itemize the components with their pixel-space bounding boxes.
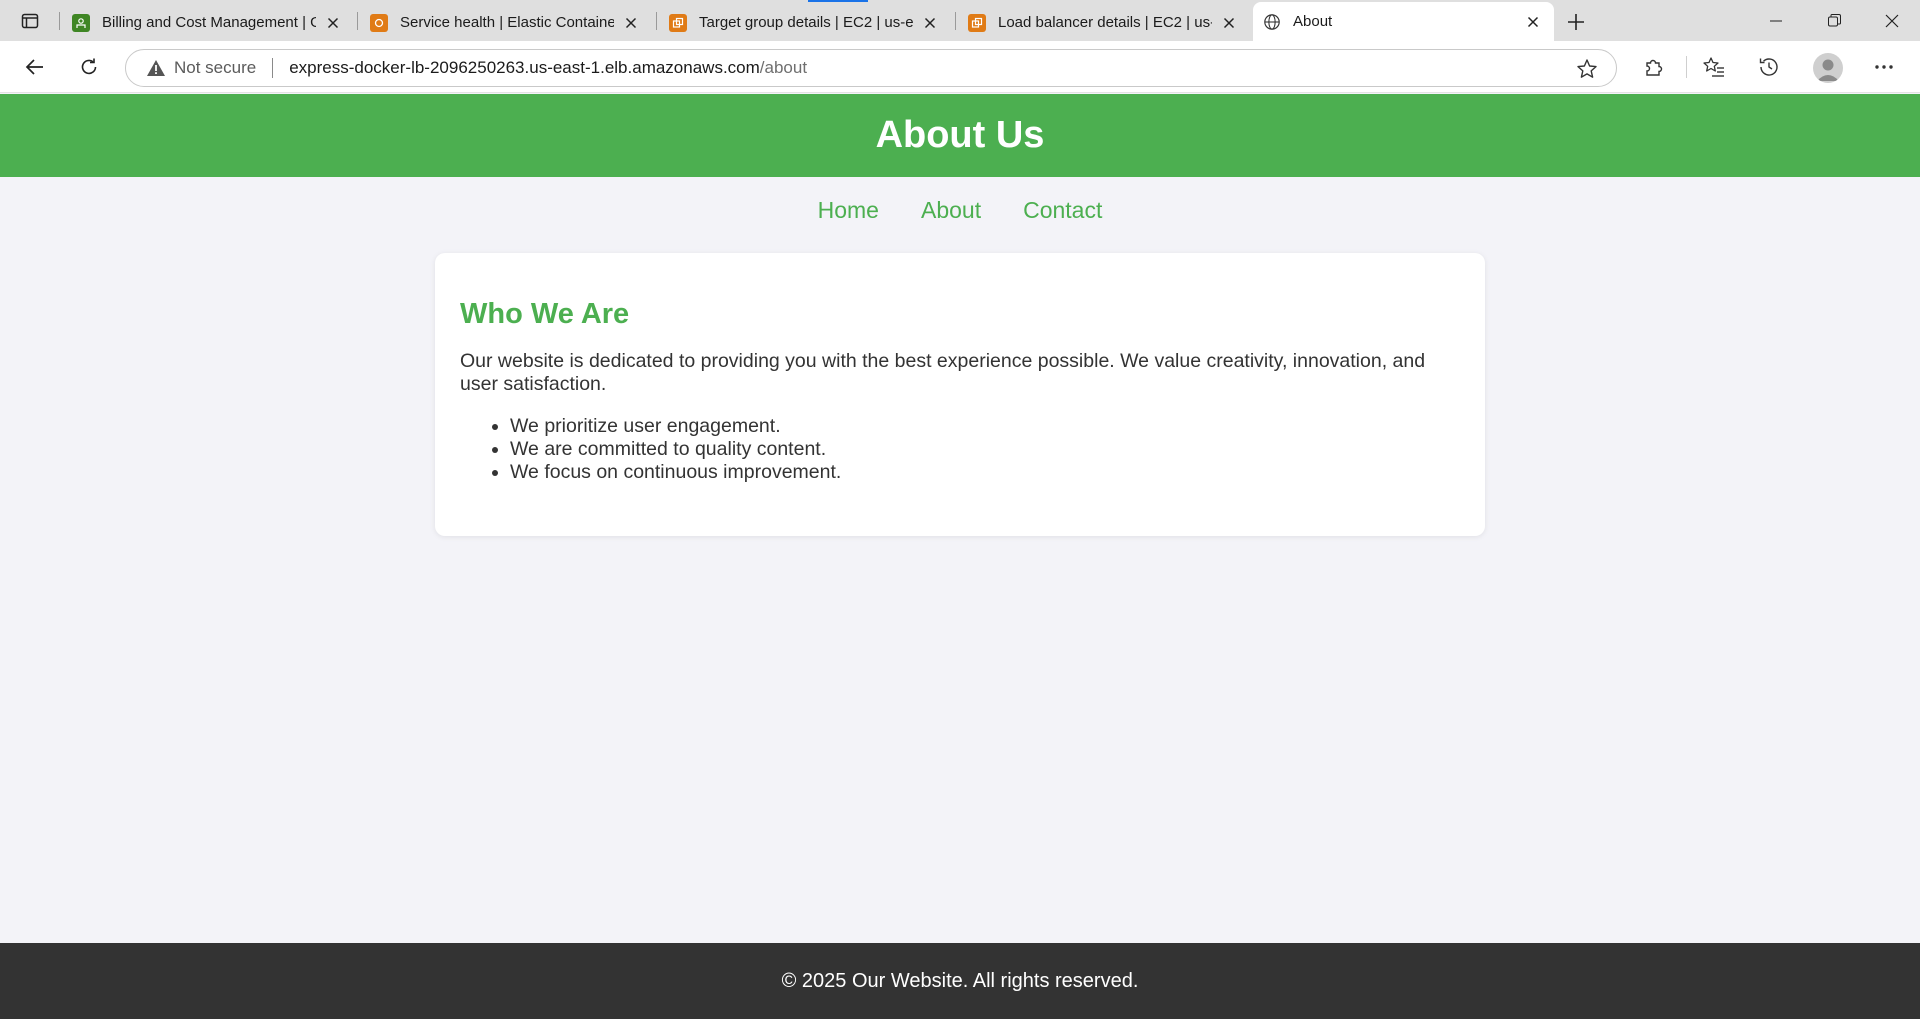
tab-title: Billing and Cost Management | Gl xyxy=(102,14,316,31)
billing-icon xyxy=(72,13,90,32)
tab-actions-icon xyxy=(21,13,39,29)
extensions-button[interactable] xyxy=(1638,52,1668,82)
footer-text: © 2025 Our Website. All rights reserved. xyxy=(781,969,1139,992)
section-title: Who We Are xyxy=(460,298,630,330)
close-window-icon xyxy=(1885,14,1899,27)
tab-ecs-service-health[interactable]: Service health | Elastic Container S xyxy=(360,4,652,41)
address-divider xyxy=(272,58,274,78)
history-icon xyxy=(1759,58,1778,76)
values-list: We prioritize user engagement. We are co… xyxy=(510,415,1460,484)
list-item: We are committed to quality content. xyxy=(510,438,1460,461)
nav-link-contact[interactable]: Contact xyxy=(1023,197,1102,224)
web-page: About Us Home About Contact Who We Are O… xyxy=(0,94,1920,1019)
url-text[interactable]: express-docker-lb-2096250263.us-east-1.e… xyxy=(289,58,807,78)
site-footer: © 2025 Our Website. All rights reserved. xyxy=(0,943,1920,1019)
settings-more-button[interactable] xyxy=(1869,52,1899,82)
warning-icon xyxy=(146,58,166,78)
site-header: About Us xyxy=(0,94,1920,177)
tab-billing[interactable]: Billing and Cost Management | Gl xyxy=(62,4,354,41)
intro-paragraph: Our website is dedicated to providing yo… xyxy=(460,350,1426,395)
close-tab-icon[interactable] xyxy=(620,12,642,34)
tab-target-group[interactable]: Target group details | EC2 | us-eas xyxy=(659,4,951,41)
page-title: About Us xyxy=(875,114,1045,156)
tab-separator xyxy=(357,12,358,30)
favorite-star-icon[interactable] xyxy=(1576,58,1598,80)
close-tab-icon[interactable] xyxy=(919,12,941,34)
tab-title: Load balancer details | EC2 | us-ea xyxy=(998,14,1212,31)
restore-icon xyxy=(1827,14,1841,27)
tab-loading-indicator xyxy=(808,0,868,2)
nav-link-about[interactable]: About xyxy=(921,197,981,224)
ecs-icon xyxy=(370,13,388,32)
url-host: express-docker-lb-2096250263.us-east-1.e… xyxy=(289,58,760,77)
security-status[interactable]: Not secure xyxy=(174,58,256,78)
tab-separator xyxy=(59,12,60,30)
site-nav: Home About Contact xyxy=(0,197,1920,224)
ec2-icon xyxy=(669,13,687,32)
new-tab-button[interactable] xyxy=(1562,8,1590,36)
globe-icon xyxy=(1263,13,1281,31)
tab-title: Service health | Elastic Container S xyxy=(400,14,614,31)
tab-title: About xyxy=(1293,13,1333,30)
restore-button[interactable] xyxy=(1806,0,1862,41)
list-item: We focus on continuous improvement. xyxy=(510,461,1460,484)
plus-icon xyxy=(1568,14,1584,30)
refresh-icon xyxy=(81,58,97,75)
ec2-icon xyxy=(968,13,986,32)
toolbar-divider xyxy=(1686,56,1687,78)
nav-link-home[interactable]: Home xyxy=(818,197,879,224)
favorites-button[interactable] xyxy=(1699,52,1729,82)
address-bar[interactable]: Not secure express-docker-lb-2096250263.… xyxy=(125,49,1617,87)
back-button[interactable] xyxy=(18,50,52,84)
close-window-button[interactable] xyxy=(1864,0,1920,41)
url-path: /about xyxy=(759,58,808,77)
back-arrow-icon xyxy=(25,59,43,75)
favorites-icon xyxy=(1703,57,1724,77)
close-tab-icon[interactable] xyxy=(1522,11,1544,33)
history-button[interactable] xyxy=(1754,52,1784,82)
more-dots-icon xyxy=(1875,65,1893,69)
tab-separator xyxy=(955,12,956,30)
puzzle-icon xyxy=(1646,59,1663,76)
list-item: We prioritize user engagement. xyxy=(510,415,1460,438)
profile-avatar[interactable] xyxy=(1813,53,1843,83)
tab-separator xyxy=(656,12,657,30)
content-card: Who We Are Our website is dedicated to p… xyxy=(435,253,1485,536)
tab-strip: Billing and Cost Management | Gl Service… xyxy=(0,0,1920,41)
tab-actions-button[interactable] xyxy=(10,6,50,36)
browser-toolbar: Not secure express-docker-lb-2096250263.… xyxy=(0,41,1920,93)
minimize-icon xyxy=(1770,20,1782,21)
refresh-button[interactable] xyxy=(72,50,106,84)
close-tab-icon[interactable] xyxy=(1218,12,1240,34)
profile-icon xyxy=(1817,59,1839,81)
tab-about[interactable]: About xyxy=(1253,2,1554,41)
tab-load-balancer[interactable]: Load balancer details | EC2 | us-ea xyxy=(958,4,1250,41)
close-tab-icon[interactable] xyxy=(322,12,344,34)
minimize-button[interactable] xyxy=(1748,0,1804,41)
tab-title: Target group details | EC2 | us-eas xyxy=(699,14,913,31)
